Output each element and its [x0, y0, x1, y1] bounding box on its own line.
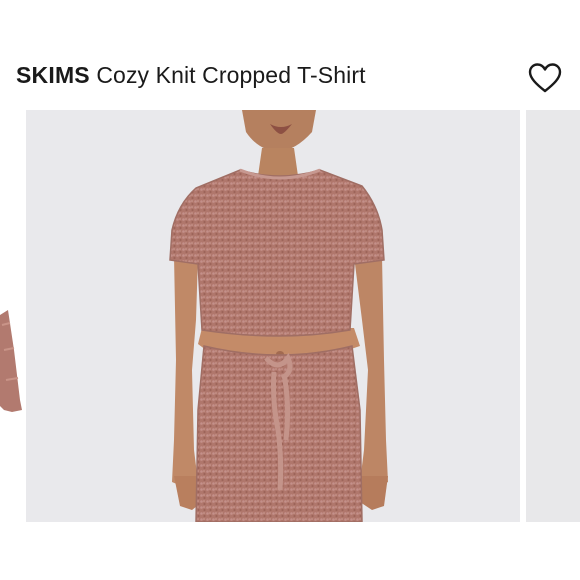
previous-image — [0, 110, 22, 522]
product-name: Cozy Knit Cropped T-Shirt — [96, 62, 366, 88]
product-title: SKIMS Cozy Knit Cropped T-Shirt — [16, 62, 366, 89]
page-footer-space — [0, 522, 580, 580]
model-photo — [26, 110, 520, 522]
heart-outline-icon[interactable] — [528, 62, 562, 94]
product-image[interactable] — [26, 110, 520, 522]
next-image-slide[interactable] — [526, 110, 580, 522]
product-header: SKIMS Cozy Knit Cropped T-Shirt — [0, 0, 580, 110]
brand-name: SKIMS — [16, 62, 90, 88]
previous-image-slide[interactable] — [0, 110, 22, 522]
image-carousel[interactable] — [0, 110, 580, 522]
